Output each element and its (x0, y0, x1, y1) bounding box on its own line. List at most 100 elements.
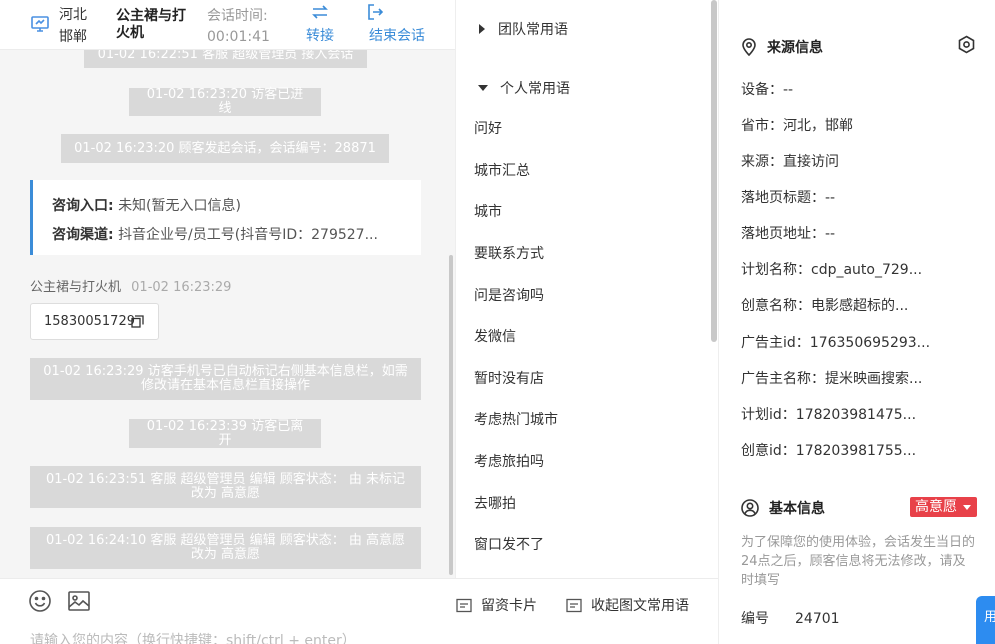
lead-card-button[interactable]: 留资卡片 (456, 595, 537, 615)
status-badge-label: 高意愿 (915, 499, 957, 515)
phone-number: 15830051729 (44, 314, 135, 329)
phrase-item[interactable]: 去哪拍 (474, 493, 516, 513)
system-message: 01-02 16:23:20 顾客发起会话，会话编号：28871 (61, 134, 389, 163)
caret-down-icon (963, 505, 971, 510)
message-composer: 留资卡片 收起图文常用语 (0, 578, 718, 644)
customer-info-panel: 来源信息 设备：-- 省市：河北，邯郸 来源：直接访问 落地页标题：-- 落地页… (718, 0, 995, 644)
field-value: 直接访问 (783, 154, 839, 170)
field-value: 提米映画搜索... (825, 371, 923, 387)
caret-right-icon (479, 24, 485, 34)
field-label: 广告主名称： (741, 371, 825, 387)
field-label: 来源： (741, 154, 783, 170)
message-sender: 公主裙与打火机 01-02 16:23:29 (30, 276, 231, 295)
basic-info-title: 基本信息 (769, 501, 825, 517)
field-value: 178203981755... (795, 443, 917, 459)
consult-entry-row: 咨询入口: 未知(暂无入口信息) (52, 192, 421, 221)
lead-card-label: 留资卡片 (481, 598, 537, 614)
field-number: 编号 24701 (741, 608, 840, 628)
phrase-item[interactable]: 暂时没有店 (474, 368, 544, 388)
monitor-icon (31, 16, 49, 32)
group-personal-label: 个人常用语 (500, 81, 570, 97)
location-pin-icon (742, 38, 756, 56)
field-advertiser-id: 广告主id：176350695293... (741, 332, 930, 352)
phrase-item[interactable]: 发微信 (474, 326, 516, 346)
phrases-scrollbar[interactable] (711, 0, 717, 342)
field-value: -- (783, 82, 794, 98)
card-icon (456, 598, 472, 612)
phrase-item[interactable]: 窗口发不了 (474, 534, 544, 554)
message-list[interactable]: 01-02 16:22:51 客服 超级管理员 接入会话 01-02 16:23… (0, 50, 455, 578)
floating-help-button[interactable]: 用 (976, 596, 995, 644)
transfer-label: 转接 (306, 28, 334, 44)
field-label: 创意名称： (741, 298, 811, 314)
field-creative-name: 创意名称：电影感超标的... (741, 295, 908, 315)
consult-channel-value: 抖音企业号/员工号(抖音号ID：279527... (118, 227, 378, 243)
field-label: 计划名称： (741, 262, 811, 278)
location-province: 河北 (59, 7, 87, 23)
field-landing-url: 落地页地址：-- (741, 223, 835, 243)
phrase-item[interactable]: 要联系方式 (474, 243, 544, 263)
basic-info-note: 为了保障您的使用体验，会话发生当日的24点之后，顾客信息将无法修改，请及时填写 (741, 535, 976, 588)
user-icon (741, 499, 759, 517)
visitor-location: 河北 邯郸 (59, 4, 87, 48)
field-label: 广告主id： (741, 335, 810, 351)
field-value: 电影感超标的... (811, 298, 909, 314)
basic-info-header: 基本信息 (741, 498, 825, 518)
field-source: 来源：直接访问 (741, 151, 839, 171)
field-label: 计划id： (741, 407, 796, 423)
group-team-label: 团队常用语 (498, 22, 568, 38)
visitor-name: 公主裙与打火机 (116, 8, 186, 41)
group-personal[interactable]: 个人常用语 (478, 78, 570, 98)
source-info-title: 来源信息 (767, 40, 823, 56)
number-label: 编号 (741, 611, 769, 627)
phrase-item[interactable]: 考虑热门城市 (474, 409, 558, 429)
field-creative-id: 创意id：178203981755... (741, 440, 916, 460)
field-label: 省市： (741, 118, 783, 134)
location-city: 邯郸 (59, 29, 87, 45)
field-value: 河北，邯郸 (783, 118, 853, 134)
phrases-panel: 团队常用语 个人常用语 问好 城市汇总 城市 要联系方式 问是咨询吗 发微信 暂… (455, 0, 718, 578)
system-message: 01-02 16:23:20 访客已进线 (129, 88, 321, 116)
phone-message-bubble[interactable]: 15830051729 (30, 303, 159, 340)
field-label: 设备： (741, 82, 783, 98)
consult-info-card: 咨询入口: 未知(暂无入口信息) 咨询渠道: 抖音企业号/员工号(抖音号ID：2… (30, 180, 421, 255)
end-session-button[interactable]: 结束会话 (365, 3, 429, 45)
transfer-icon (312, 5, 328, 19)
system-message: 01-02 16:23:29 访客手机号已自动标记右侧基本信息栏，如需修改请在基… (30, 358, 421, 400)
emoji-icon[interactable] (28, 589, 52, 613)
consult-channel-label: 咨询渠道: (52, 227, 114, 243)
phrase-item[interactable]: 城市汇总 (474, 160, 530, 180)
phrase-item[interactable]: 城市 (474, 201, 502, 221)
field-label: 创意id： (741, 443, 796, 459)
settings-icon[interactable] (957, 35, 976, 54)
consult-entry-value: 未知(暂无入口信息) (118, 198, 241, 214)
field-plan-name: 计划名称：cdp_auto_729... (741, 259, 922, 279)
field-label: 落地页标题： (741, 190, 825, 206)
copy-icon[interactable] (131, 315, 144, 328)
floating-help-label: 用 (984, 610, 995, 625)
end-session-label: 结束会话 (369, 28, 425, 44)
image-icon[interactable] (67, 589, 91, 613)
field-value: -- (825, 190, 836, 206)
message-input[interactable] (30, 631, 690, 644)
exit-icon (368, 4, 384, 20)
collapse-phrases-button[interactable]: 收起图文常用语 (566, 595, 689, 615)
card-icon (566, 598, 582, 612)
chat-scrollbar[interactable] (449, 255, 453, 575)
chat-header: 河北 邯郸 公主裙与打火机 会话时间: 00:01:41 转接 结束会话 (0, 0, 455, 50)
field-advertiser-name: 广告主名称：提米映画搜索... (741, 368, 922, 388)
number-value: 24701 (795, 611, 840, 627)
source-info-header: 来源信息 (741, 37, 823, 57)
status-badge[interactable]: 高意愿 (910, 497, 977, 517)
phrase-item[interactable]: 考虑旅拍吗 (474, 451, 544, 471)
group-team[interactable]: 团队常用语 (478, 19, 568, 39)
phrase-item[interactable]: 问是咨询吗 (474, 285, 544, 305)
system-message: 01-02 16:24:10 客服 超级管理员 编辑 顾客状态： 由 高意愿 改… (30, 527, 421, 569)
system-message: 01-02 16:23:39 访客已离开 (129, 419, 321, 448)
transfer-button[interactable]: 转接 (303, 3, 337, 45)
field-plan-id: 计划id：178203981475... (741, 404, 916, 424)
field-value: 176350695293... (809, 335, 931, 351)
phrase-item[interactable]: 问好 (474, 118, 502, 138)
system-message: 01-02 16:22:51 客服 超级管理员 接入会话 (84, 50, 367, 68)
session-time: 00:01:41 (207, 29, 270, 45)
